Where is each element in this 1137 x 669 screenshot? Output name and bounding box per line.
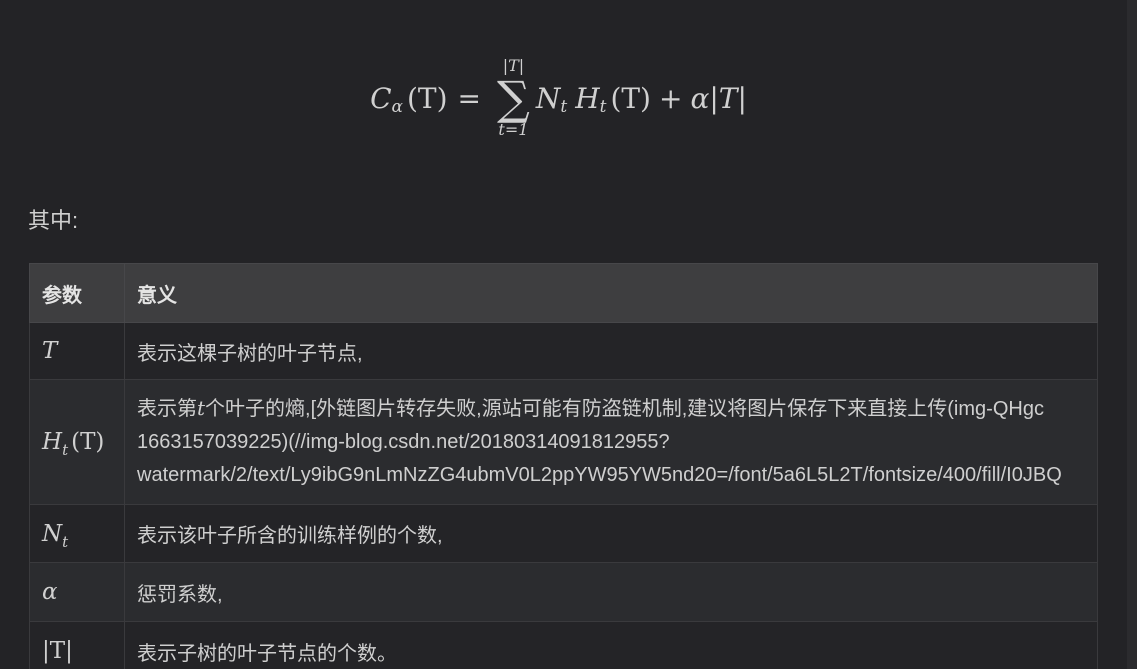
meaning-line-1-after: 个叶子的熵,[外链图片转存失败,源站可能有防盗链机制,建议将图片保存下来直接上传… — [205, 398, 1044, 420]
document-page: Cα (T) = |T| ∑ t=1 Nt Ht (T) + α|T| 其中: … — [0, 0, 1137, 669]
table-row: T 表示这棵子树的叶子节点, — [29, 322, 1098, 380]
cost-complexity-formula: Cα (T) = |T| ∑ t=1 Nt Ht (T) + α|T| — [0, 48, 1117, 148]
intro-text: 其中: — [28, 208, 79, 233]
table-row: Ht (T) 表示第t个叶子的熵,[外链图片转存失败,源站可能有防盗链机制,建议将… — [29, 379, 1098, 505]
meaning-cell: 表示该叶子所含的训练样例的个数, — [124, 504, 1098, 563]
header-meaning: 意义 — [124, 263, 1098, 323]
formula-rhs: Nt Ht (T) + α|T| — [535, 81, 747, 118]
param-symbol: |T| — [42, 638, 73, 664]
formula-plus: + — [658, 81, 683, 115]
param-symbol: Ht (T) — [42, 429, 105, 459]
meaning-cell: 表示子树的叶子节点的个数。 — [124, 621, 1098, 669]
param-cell: Ht (T) — [29, 379, 125, 505]
formula-h-arg: (T) — [610, 81, 651, 115]
table-row: Nt 表示该叶子所含的训练样例的个数, — [29, 504, 1098, 563]
formula-penalty: α|T| — [690, 81, 747, 115]
formula-n-symbol: N — [535, 81, 561, 115]
param-symbol-subscript: t — [62, 441, 69, 459]
param-symbol-main: H — [42, 429, 63, 455]
table-row: |T| 表示子树的叶子节点的个数。 — [29, 621, 1098, 669]
param-cell: Nt — [29, 504, 125, 563]
param-symbol-subscript: t — [62, 532, 69, 551]
meaning-line-1-math: t — [197, 396, 206, 420]
meaning-text: 惩罚系数, — [137, 583, 223, 606]
meaning-line-1-before: 表示第 — [137, 398, 197, 420]
meaning-line-2: 1663157039225)(//img-blog.csdn.net/20180… — [137, 431, 670, 453]
sum-lower-limit: t=1 — [498, 120, 529, 139]
formula-h-symbol: H — [575, 81, 600, 115]
param-cell: α — [29, 562, 125, 622]
formula-lhs-subscript: α — [391, 97, 403, 117]
parameter-table: 参数 意义 T 表示这棵子树的叶子节点, Ht (T) 表示第t个叶子的熵,[外链… — [29, 263, 1098, 669]
summation: |T| ∑ t=1 — [497, 57, 530, 139]
meaning-line-1: 表示第t个叶子的熵,[外链图片转存失败,源站可能有防盗链机制,建议将图片保存下来… — [137, 392, 1085, 426]
meaning-cell: 表示这棵子树的叶子节点, — [124, 322, 1098, 380]
meaning-cell: 惩罚系数, — [124, 562, 1098, 622]
scrollbar-track[interactable] — [1127, 0, 1137, 669]
param-symbol-main: N — [42, 520, 63, 547]
param-symbol: Nt — [42, 520, 68, 551]
header-param: 参数 — [29, 263, 125, 323]
formula-h-subscript: t — [599, 97, 607, 117]
formula-lhs: Cα (T) = — [370, 81, 491, 118]
param-symbol: α — [42, 579, 58, 605]
table-row: α 惩罚系数, — [29, 562, 1098, 622]
param-cell: T — [29, 322, 125, 380]
meaning-text: 表示这棵子树的叶子节点, — [137, 342, 363, 365]
formula-lhs-symbol: C — [370, 81, 392, 115]
param-symbol: T — [42, 338, 58, 364]
param-cell: |T| — [29, 621, 125, 669]
meaning-text: 表示该叶子所含的训练样例的个数, — [137, 525, 443, 547]
formula-n-subscript: t — [560, 97, 568, 117]
table-header-row: 参数 意义 — [29, 263, 1098, 323]
meaning-cell: 表示第t个叶子的熵,[外链图片转存失败,源站可能有防盗链机制,建议将图片保存下来… — [124, 379, 1098, 505]
formula-equals: = — [457, 81, 481, 115]
formula-lhs-arg: (T) — [407, 81, 448, 115]
sigma-symbol: ∑ — [497, 71, 530, 125]
meaning-text: 表示子树的叶子节点的个数。 — [137, 642, 397, 665]
meaning-line-3: watermark/2/text/Ly9ibG9nLmNzZG4ubmV0L2p… — [137, 464, 1062, 486]
param-symbol-arg: (T) — [71, 429, 105, 455]
